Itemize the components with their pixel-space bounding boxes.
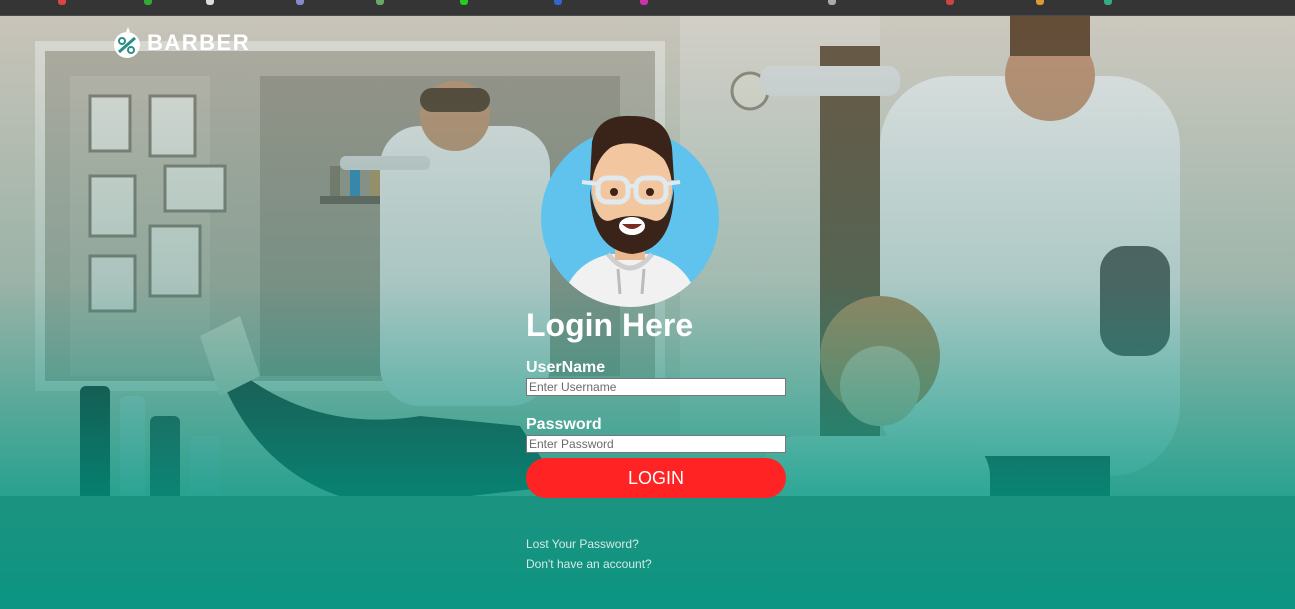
bookmark-favicon[interactable] (946, 0, 954, 5)
user-avatar-icon (541, 115, 719, 307)
password-input[interactable] (526, 435, 786, 453)
bookmark-favicon[interactable] (640, 0, 648, 5)
username-label: UserName (526, 359, 606, 376)
bookmark-favicon[interactable] (828, 0, 836, 5)
bookmark-favicon[interactable] (460, 0, 468, 5)
bookmark-favicon[interactable] (206, 0, 214, 5)
signup-link[interactable]: Don't have an account? (526, 557, 652, 571)
password-label: Password (526, 416, 602, 433)
login-title: Login Here (526, 307, 694, 343)
barber-logo-icon (114, 27, 140, 58)
brand-name: BARBER (147, 30, 251, 55)
browser-bookmark-strip (0, 0, 1295, 16)
username-input[interactable] (526, 378, 786, 396)
bookmark-favicon[interactable] (1036, 0, 1044, 5)
bookmark-favicon[interactable] (376, 0, 384, 5)
bookmark-favicon[interactable] (144, 0, 152, 5)
brand-logo[interactable]: BARBER (110, 26, 250, 60)
login-button[interactable]: LOGIN (526, 458, 786, 498)
bookmark-favicon[interactable] (58, 0, 66, 5)
bookmark-favicon[interactable] (554, 0, 562, 5)
lost-password-link[interactable]: Lost Your Password? (526, 537, 639, 551)
bookmark-favicon[interactable] (296, 0, 304, 5)
bookmark-favicon[interactable] (1104, 0, 1112, 5)
user-avatar (540, 104, 720, 308)
